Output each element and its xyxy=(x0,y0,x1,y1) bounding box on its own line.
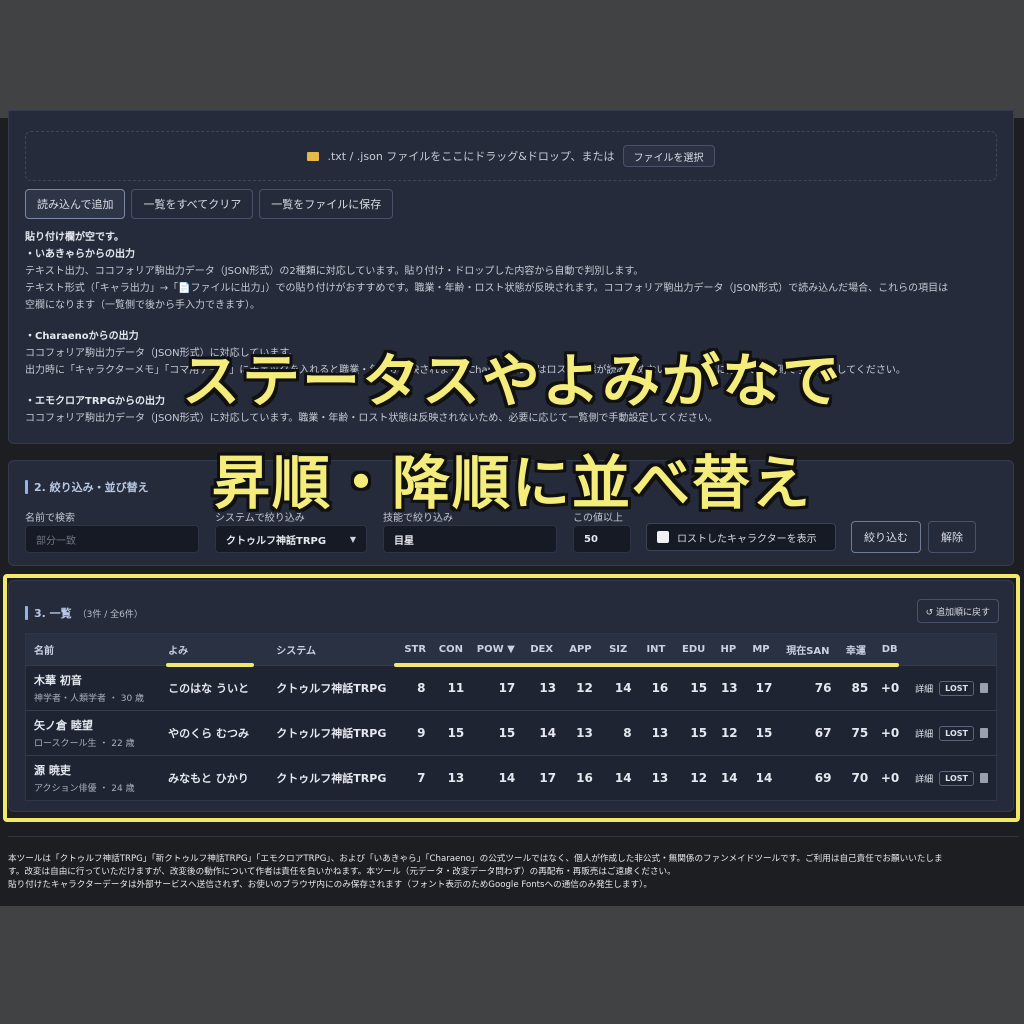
footer-line2: す。改変は自由に行っていただけますが、改変後の動作について作者は責任を負いかねま… xyxy=(8,867,676,877)
min-value-input[interactable]: 50 xyxy=(573,525,631,553)
folder-icon xyxy=(307,151,320,161)
system-select[interactable]: クトゥルフ神話TRPG ▼ xyxy=(215,525,367,553)
chevron-down-icon: ▼ xyxy=(349,534,356,544)
iakyara-line1: テキスト出力、ココフォリア駒出力データ（JSON形式）の2種類に対応しています。… xyxy=(25,266,644,277)
status-text: 貼り付け欄が空です。 xyxy=(25,232,124,243)
save-list-button[interactable]: 一覧をファイルに保存 xyxy=(259,189,394,219)
checkbox-box[interactable] xyxy=(657,531,669,543)
iakyara-line2: テキスト形式（「キャラ出力」→「📄ファイルに出力」）での貼り付けがおすすめです。… xyxy=(25,283,949,294)
bottom-band xyxy=(0,906,1024,1024)
top-band xyxy=(0,0,1024,118)
clear-all-button[interactable]: 一覧をすべてクリア xyxy=(131,189,254,219)
disclaimer-footer: 本ツールは「クトゥルフ神話TRPG」「新クトゥルフ神話TRPG」「エモクロアTR… xyxy=(8,836,1018,892)
dropzone-text: .txt / .json ファイルをここにドラッグ&ドロップ、または xyxy=(327,150,615,163)
skill-input[interactable]: 目星 xyxy=(383,525,557,553)
overlay-caption-line2: 昇順・降順に並べ替え xyxy=(211,449,812,517)
iakyara-line3: 空欄になります（一覧側で後から手入力できます）。 xyxy=(25,300,260,311)
clear-filter-button[interactable]: 解除 xyxy=(928,521,976,553)
input-actions: 読み込んで追加 一覧をすべてクリア 一覧をファイルに保存 xyxy=(25,189,394,219)
iakyara-title: ・いあきゃらからの出力 xyxy=(25,249,135,260)
file-dropzone[interactable]: .txt / .json ファイルをここにドラッグ&ドロップ、または ファイルを… xyxy=(25,131,997,181)
load-and-add-button[interactable]: 読み込んで追加 xyxy=(25,189,126,219)
footer-line1: 本ツールは「クトゥルフ神話TRPG」「新クトゥルフ神話TRPG」「エモクロアTR… xyxy=(8,854,943,864)
name-search-input[interactable]: 部分一致 xyxy=(25,525,199,553)
show-lost-checkbox[interactable]: ロストしたキャラクターを表示 xyxy=(646,523,836,551)
list-highlight-frame xyxy=(3,574,1020,822)
apply-filter-button[interactable]: 絞り込む xyxy=(851,521,921,553)
overlay-caption-line1: ステータスやよみがなで xyxy=(181,347,842,415)
choose-file-button[interactable]: ファイルを選択 xyxy=(622,145,715,167)
footer-line3: 貼り付けたキャラクターデータは外部サービスへ送信されず、お使いのブラウザ内にのみ… xyxy=(8,880,652,890)
